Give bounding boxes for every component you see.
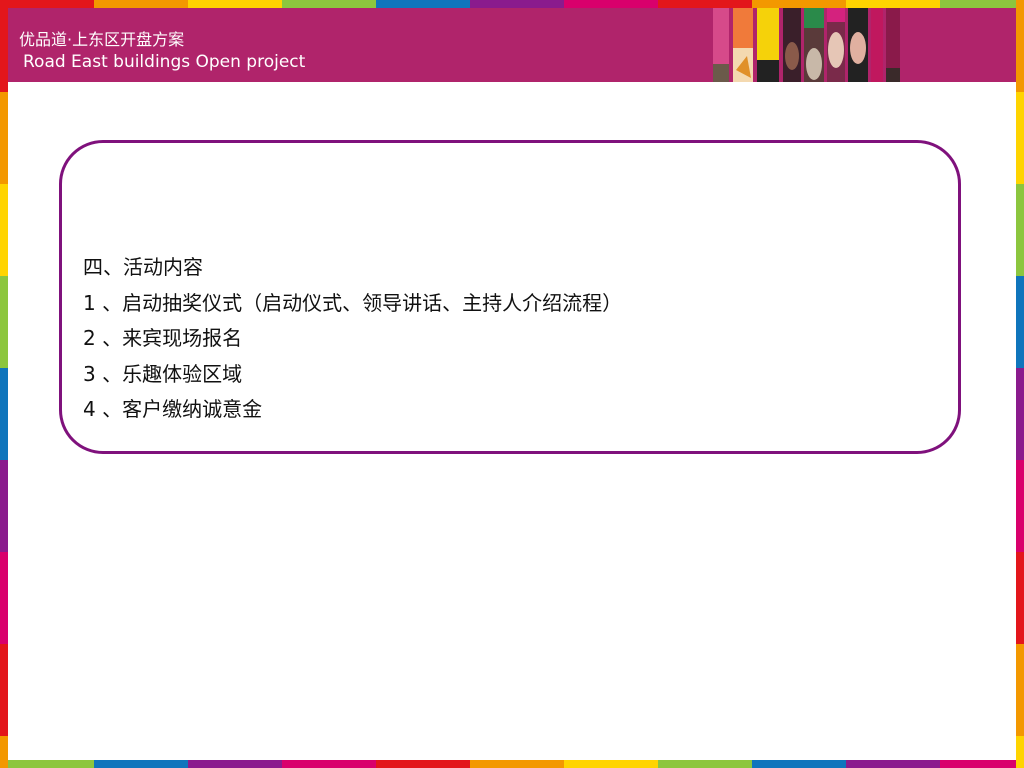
list-item: 4 、客户缴纳诚意金 — [83, 397, 263, 421]
frame-segment — [940, 0, 1024, 8]
frame-segment — [1016, 184, 1024, 276]
frame-segment — [0, 736, 8, 768]
frame-segment — [1016, 736, 1024, 768]
frame-segment — [1016, 276, 1024, 368]
frame-segment — [1016, 92, 1024, 184]
header-banner: 优品道·上东区开盘方案 Road East buildings Open pro… — [8, 8, 1016, 82]
frame-segment — [188, 760, 282, 768]
frame-segment — [752, 0, 846, 8]
content-text: 四、活动内容 1 、启动抽奖仪式（启动仪式、领导讲话、主持人介绍流程） 2 、来… — [83, 250, 622, 428]
frame-segment — [0, 0, 8, 92]
frame-segment — [0, 460, 8, 552]
frame-segment — [0, 276, 8, 368]
frame-segment — [0, 368, 8, 460]
frame-segment — [0, 552, 8, 644]
frame-segment — [752, 760, 846, 768]
frame-segment — [376, 0, 470, 8]
frame-segment — [1016, 552, 1024, 644]
frame-segment — [940, 760, 1024, 768]
frame-segment — [470, 0, 564, 8]
frame-segment — [0, 92, 8, 184]
frame-segment — [658, 760, 752, 768]
frame-segment — [94, 760, 188, 768]
frame-segment — [282, 760, 376, 768]
frame-segment — [282, 0, 376, 8]
frame-segment — [1016, 644, 1024, 736]
frame-segment — [1016, 460, 1024, 552]
header-title: 优品道·上东区开盘方案 — [19, 30, 185, 49]
frame-segment — [1016, 0, 1024, 92]
list-item: 2 、来宾现场报名 — [83, 326, 243, 350]
frame-segment — [0, 644, 8, 736]
frame-segment — [1016, 368, 1024, 460]
frame-segment — [846, 760, 940, 768]
frame-segment — [564, 760, 658, 768]
frame-segment — [846, 0, 940, 8]
photo-strips-decoration — [713, 8, 900, 82]
section-heading: 四、活动内容 — [83, 255, 203, 279]
frame-segment — [0, 184, 8, 276]
list-item: 1 、启动抽奖仪式（启动仪式、领导讲话、主持人介绍流程） — [83, 290, 623, 315]
frame-segment — [470, 760, 564, 768]
list-item: 3 、乐趣体验区域 — [83, 361, 243, 386]
frame-segment — [564, 0, 658, 8]
frame-segment — [658, 0, 752, 8]
frame-segment — [94, 0, 188, 8]
frame-segment — [376, 760, 470, 768]
header-subtitle: Road East buildings Open project — [23, 52, 306, 72]
frame-segment — [188, 0, 282, 8]
frame-segment — [0, 760, 94, 768]
frame-segment — [0, 0, 94, 8]
slide: 优品道·上东区开盘方案 Road East buildings Open pro… — [0, 0, 1024, 768]
